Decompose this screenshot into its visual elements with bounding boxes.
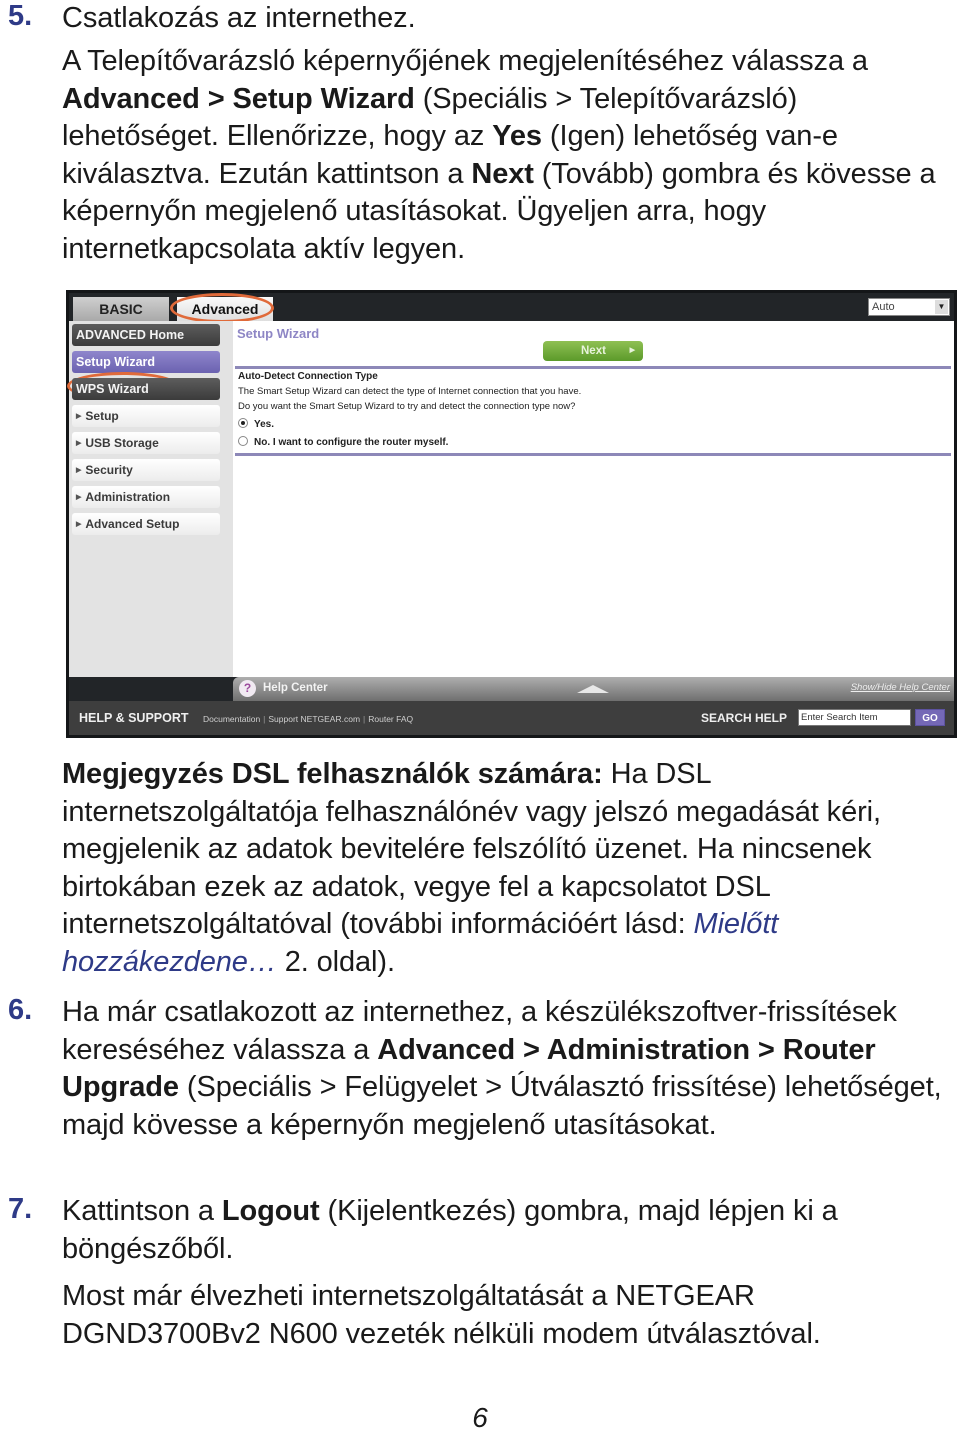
expand-triangle-icon: ▶ [76, 440, 82, 447]
link-router-faq[interactable]: Router FAQ [368, 714, 413, 724]
expand-triangle-icon: ▶ [76, 467, 82, 474]
go-button[interactable]: GO [915, 709, 945, 726]
bold-text: Next [471, 157, 534, 190]
sidebar-item-wps-wizard[interactable]: WPS Wizard [72, 378, 220, 400]
description-line: The Smart Setup Wizard can detect the ty… [238, 386, 582, 397]
help-support-footer: HELP & SUPPORT Documentation | Support NET… [69, 701, 954, 735]
step5-paragraph: A Telepítővarázsló képernyőjének megjele… [62, 43, 952, 268]
next-button[interactable]: Next ▶ [543, 341, 643, 361]
bold-text: Yes [492, 120, 542, 152]
sidebar-item-usb-storage[interactable]: ▶ USB Storage [72, 432, 220, 454]
step6-paragraph: Ha már csatlakozott az internethez, a ké… [62, 994, 942, 1144]
link-support-netgear[interactable]: Support NETGEAR.com [268, 714, 360, 724]
text-run: Kattintson a [62, 1195, 222, 1227]
highlight-oval-advanced [170, 293, 274, 323]
help-center-label: Help Center [263, 682, 328, 694]
expand-triangle-icon: ▶ [76, 521, 82, 528]
content-panel: Setup Wizard Next ▶ Auto-Detect Connecti… [233, 321, 954, 677]
language-select-value: Auto [872, 301, 895, 313]
content-title: Setup Wizard [237, 326, 320, 341]
sidebar-item-setup-wizard[interactable]: Setup Wizard [72, 351, 220, 373]
step-number: 7. [8, 1193, 33, 1225]
note-label: Megjegyzés DSL felhasználók számára: [62, 758, 603, 790]
section-heading: Auto-Detect Connection Type [238, 371, 378, 382]
search-help-input[interactable]: Enter Search Item [798, 709, 911, 726]
divider [235, 453, 951, 456]
separator: | [363, 714, 366, 724]
radio-yes[interactable] [238, 418, 248, 428]
page-number: 6 [472, 1402, 488, 1433]
dropdown-arrow-icon: ▼ [935, 300, 948, 314]
step-number: 5. [8, 0, 33, 32]
sidebar-item-security[interactable]: ▶ Security [72, 459, 220, 481]
radio-no[interactable] [238, 436, 248, 446]
question-line: Do you want the Smart Setup Wizard to tr… [238, 401, 576, 412]
help-center-bar[interactable]: ? Help Center Show/Hide Help Center [233, 677, 954, 701]
note-suffix: 2. oldal). [276, 945, 395, 978]
text-run: (Speciális > Felügyelet > Útválasztó fri… [62, 1071, 942, 1141]
show-hide-help-link[interactable]: Show/Hide Help Center [851, 682, 950, 693]
help-question-icon: ? [239, 680, 256, 697]
footer-title: HELP & SUPPORT [79, 711, 189, 725]
step-number: 6. [8, 994, 33, 1026]
sidebar-item-administration[interactable]: ▶ Administration [72, 486, 220, 508]
text-run: A Telepítővarázsló képernyőjének megjele… [62, 45, 868, 77]
option-yes[interactable]: Yes. [238, 418, 274, 430]
search-help-label: SEARCH HELP [701, 711, 788, 725]
tab-basic[interactable]: BASIC [73, 297, 169, 321]
step-heading: Csatlakozás az internethez. [62, 2, 416, 34]
sidebar: ADVANCED Home Setup Wizard WPS Wizard ▶ S… [67, 321, 233, 677]
expand-up-icon[interactable] [577, 685, 609, 693]
step7-paragraph: Kattintson a Logout (Kijelentkezés) gomb… [62, 1193, 932, 1268]
sidebar-item-setup[interactable]: ▶ Setup [72, 405, 220, 427]
separator: | [263, 714, 266, 724]
option-no[interactable]: No. I want to configure the router mysel… [238, 436, 448, 448]
arrow-right-icon: ▶ [629, 347, 635, 354]
top-tab-bar: BASIC Advanced Auto ▼ [69, 293, 954, 323]
sidebar-item-advanced-setup[interactable]: ▶ Advanced Setup [72, 513, 220, 535]
language-select[interactable]: Auto ▼ [868, 298, 950, 316]
sidebar-item-advanced-home[interactable]: ADVANCED Home [72, 324, 220, 346]
link-documentation[interactable]: Documentation [203, 714, 260, 724]
bold-text: Advanced > Setup Wizard [62, 82, 415, 115]
closing-paragraph: Most már élvezheti internetszolgáltatásá… [62, 1280, 821, 1350]
expand-triangle-icon: ▶ [76, 494, 82, 501]
router-ui-screenshot: BASIC Advanced Auto ▼ ADVANCED Home Setu… [66, 290, 957, 738]
footer-links: Documentation | Support NETGEAR.com | Router… [203, 714, 413, 724]
divider [235, 366, 951, 369]
dsl-note: Megjegyzés DSL felhasználók számára: Ha … [62, 756, 952, 981]
expand-triangle-icon: ▶ [76, 413, 82, 420]
bold-text: Logout [221, 1195, 320, 1227]
